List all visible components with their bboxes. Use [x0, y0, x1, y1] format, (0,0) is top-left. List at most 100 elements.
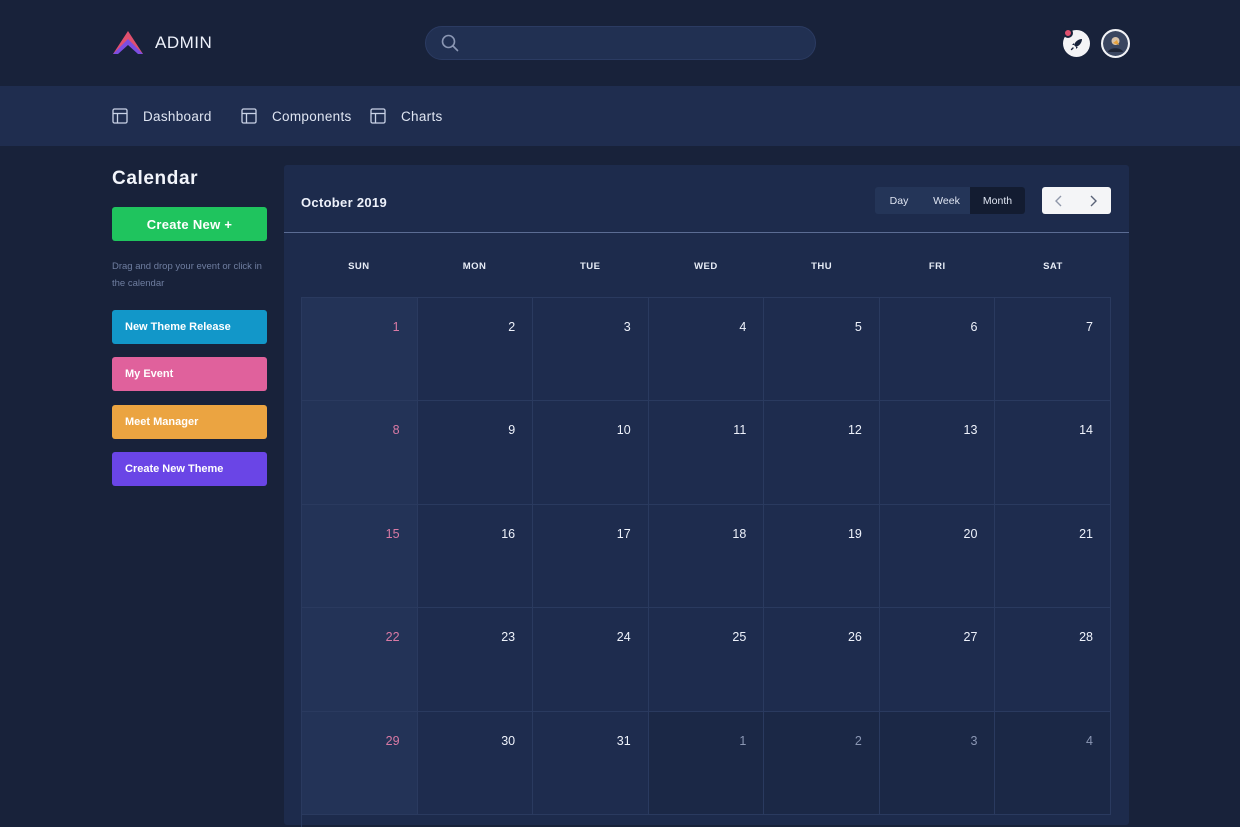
day-cell[interactable]: 12 — [764, 401, 880, 505]
day-number: 3 — [623, 320, 631, 334]
day-number: 16 — [501, 526, 516, 541]
day-cell[interactable]: 16 — [417, 504, 534, 609]
avatar[interactable] — [1101, 29, 1130, 58]
day-cell[interactable]: 20 — [879, 504, 996, 609]
day-cell[interactable]: 23 — [417, 608, 534, 712]
day-cell[interactable]: 3 — [879, 711, 996, 815]
weekday-mon: MON — [462, 261, 487, 272]
day-cell[interactable]: 4 — [648, 298, 765, 402]
nav-item-dashboard[interactable]: Dashboard — [112, 86, 212, 146]
day-cell[interactable]: 30 — [417, 711, 534, 815]
event-new-theme-release[interactable]: New Theme Release — [112, 310, 267, 344]
day-cell[interactable]: 3 — [533, 298, 649, 402]
prev-month-button[interactable] — [1042, 187, 1076, 214]
day-cell[interactable]: 7 — [995, 298, 1111, 402]
day-cell[interactable]: 18 — [648, 504, 765, 609]
nav-bar: Dashboard Components Charts — [0, 86, 1240, 146]
day-cell[interactable]: 1 — [648, 711, 765, 815]
calendar-panel: October 2019 Day Week Month SUN MON TUE … — [284, 165, 1129, 827]
day-cell[interactable]: 2 — [764, 711, 880, 815]
day-cell[interactable]: 24 — [533, 608, 649, 712]
day-number: 19 — [847, 526, 862, 541]
day-cell[interactable]: 4 — [995, 711, 1111, 815]
day-number: 21 — [1079, 526, 1093, 541]
day-number: 28 — [1079, 630, 1093, 645]
day-cell[interactable]: 6 — [879, 298, 996, 402]
day-number: 1 — [392, 320, 400, 334]
weekday-thu: THU — [811, 261, 833, 272]
day-number: 17 — [616, 526, 631, 541]
event-label: New Theme Release — [125, 321, 231, 333]
next-month-button[interactable] — [1076, 187, 1110, 214]
day-number: 14 — [1079, 423, 1093, 438]
day-cell[interactable]: 26 — [764, 608, 880, 712]
layout-icon — [112, 108, 128, 124]
brand-name: ADMIN — [155, 33, 213, 52]
event-create-new-theme[interactable]: Create New Theme — [112, 452, 267, 486]
search-input[interactable] — [467, 35, 787, 51]
day-number: 29 — [385, 733, 400, 748]
event-meet-manager[interactable]: Meet Manager — [112, 405, 267, 439]
day-cell[interactable]: 27 — [879, 608, 996, 712]
day-cell[interactable]: 28 — [995, 608, 1111, 712]
nav-item-components[interactable]: Components — [241, 86, 352, 146]
day-cell[interactable]: 10 — [533, 401, 649, 505]
day-cell[interactable]: 8 — [302, 401, 418, 505]
day-number: 2 — [854, 733, 862, 748]
weekday-sat: SAT — [1043, 261, 1063, 272]
day-cell[interactable]: 11 — [648, 401, 765, 505]
day-cell[interactable]: 9 — [417, 401, 534, 505]
day-number: 27 — [963, 630, 978, 645]
search-bar[interactable] — [425, 26, 816, 60]
day-cell[interactable]: 29 — [302, 711, 418, 815]
rocket-icon — [1070, 38, 1082, 50]
day-number: 4 — [1086, 733, 1093, 748]
view-day-button[interactable]: Day — [875, 187, 923, 214]
weekday-fri: FRI — [928, 261, 946, 272]
day-cell[interactable]: 15 — [302, 504, 418, 609]
nav-label-charts: Charts — [401, 108, 443, 124]
day-cell[interactable]: 1 — [302, 298, 418, 402]
day-number: 23 — [501, 630, 516, 645]
calendar-grid: 1 2 3 4 5 6 7 8 9 10 11 12 13 14 15 16 17 18 19 20 21 22 23 24 2… — [301, 297, 1111, 827]
day-number: 20 — [963, 526, 978, 541]
view-switcher: Day Week Month — [875, 187, 1025, 214]
day-number: 3 — [970, 733, 978, 748]
day-number: 11 — [733, 423, 747, 438]
day-number: 25 — [732, 630, 747, 645]
day-cell[interactable]: 13 — [879, 401, 996, 505]
day-number: 31 — [616, 733, 631, 748]
weekday-header: SUN MON TUE WED THU FRI SAT — [301, 261, 1111, 281]
weekday-tue: TUE — [579, 261, 601, 272]
day-number: 12 — [847, 423, 862, 438]
search-icon — [441, 34, 459, 52]
brand[interactable]: ADMIN — [112, 30, 212, 56]
view-week-button[interactable]: Week — [923, 187, 970, 214]
day-number: 26 — [847, 630, 862, 645]
day-number: 18 — [732, 526, 747, 541]
day-cell[interactable]: 25 — [648, 608, 765, 712]
day-number: 5 — [854, 320, 862, 334]
view-month-button[interactable]: Month — [970, 187, 1025, 214]
day-number: 6 — [970, 320, 978, 334]
day-cell[interactable]: 5 — [764, 298, 880, 402]
day-cell[interactable]: 31 — [533, 711, 649, 815]
nav-label-dashboard: Dashboard — [143, 108, 212, 124]
day-cell[interactable]: 2 — [417, 298, 534, 402]
create-new-button[interactable]: Create New + — [112, 207, 267, 241]
chevron-right-icon — [1090, 195, 1097, 206]
day-cell[interactable]: 17 — [533, 504, 649, 609]
event-my-event[interactable]: My Event — [112, 357, 267, 391]
day-cell[interactable]: 19 — [764, 504, 880, 609]
nav-item-charts[interactable]: Charts — [370, 86, 443, 146]
event-label: My Event — [125, 368, 174, 380]
layout-icon — [370, 108, 386, 124]
day-number: 2 — [508, 320, 516, 334]
day-cell[interactable]: 22 — [302, 608, 418, 712]
chevron-left-icon — [1055, 195, 1062, 206]
day-cell[interactable]: 21 — [995, 504, 1111, 609]
top-bar: ADMIN — [0, 0, 1240, 86]
day-number: 22 — [385, 630, 400, 645]
day-cell[interactable]: 14 — [995, 401, 1111, 505]
weekday-wed: WED — [694, 261, 718, 272]
